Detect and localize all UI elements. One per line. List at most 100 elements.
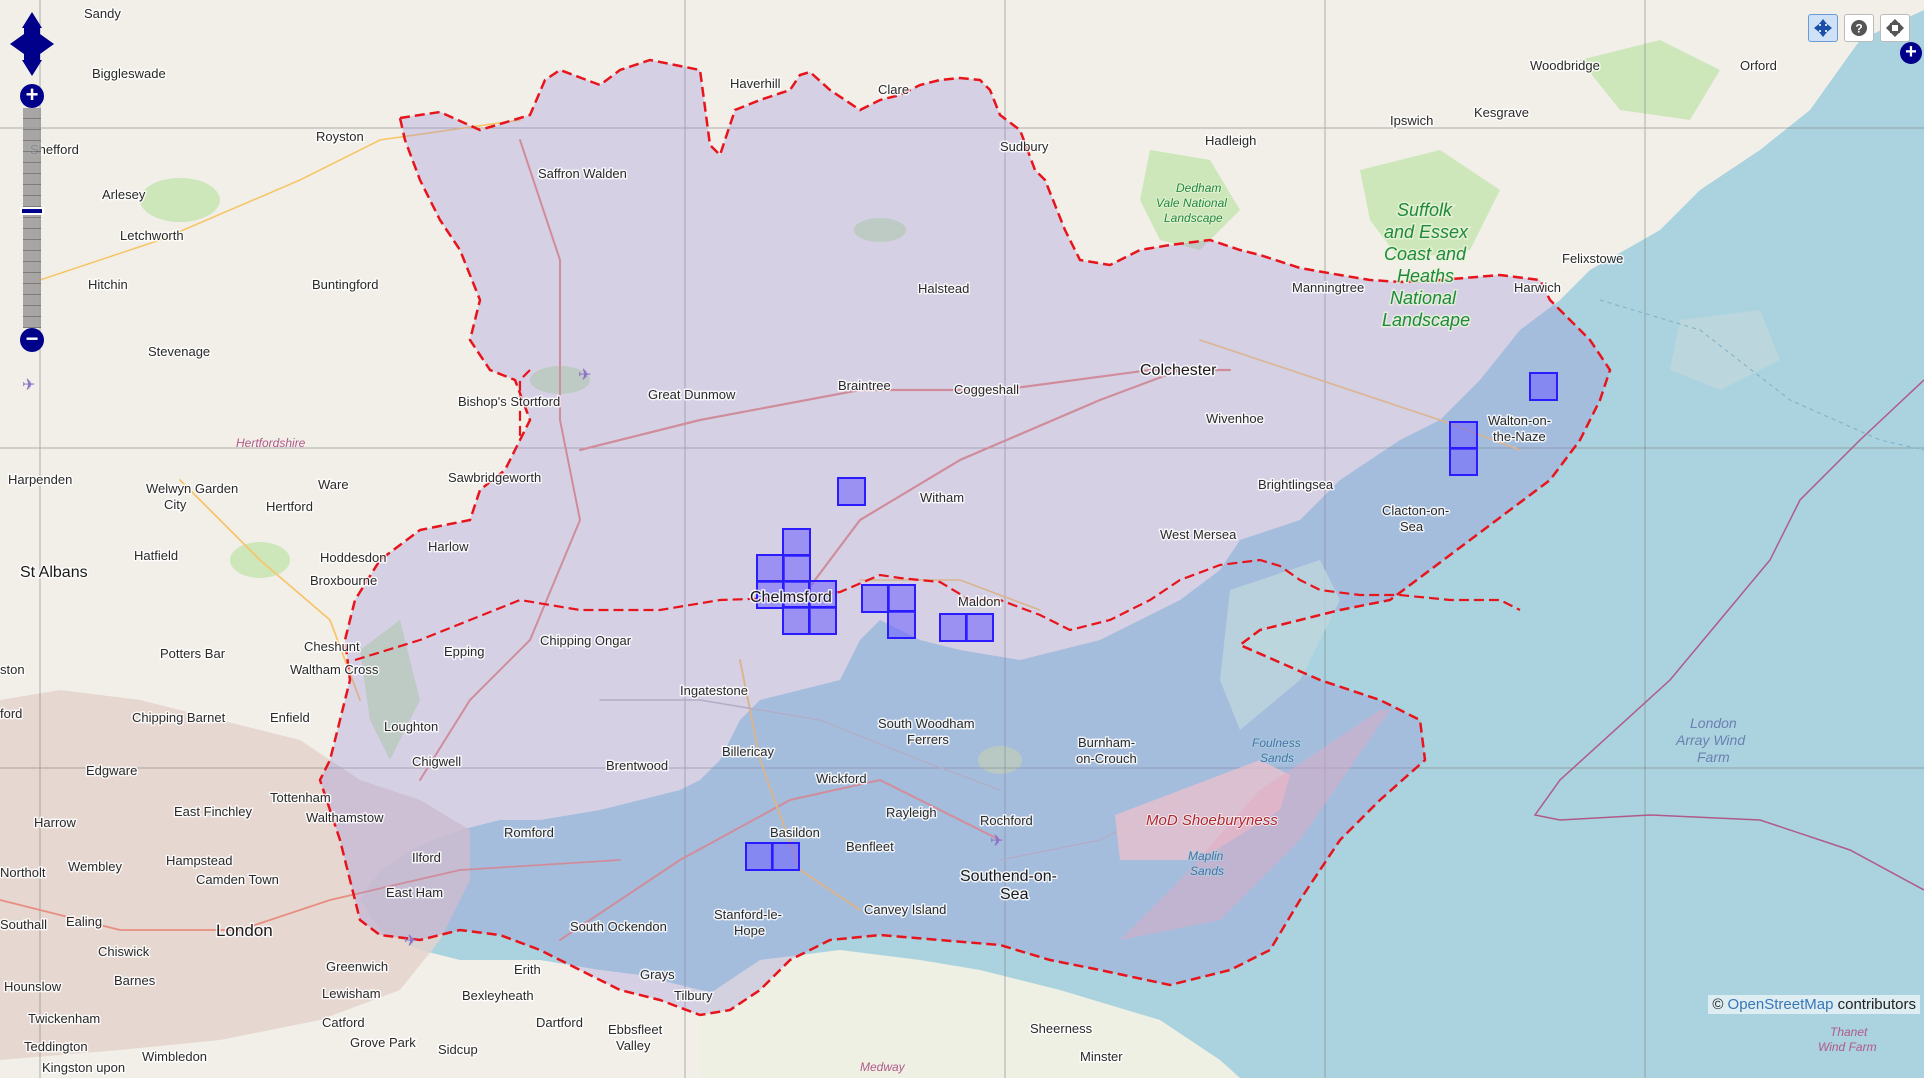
place-label: Ealing — [66, 914, 102, 929]
airport-icon: ✈ — [404, 933, 417, 950]
place-label: Northolt — [0, 865, 46, 880]
place-label: Great Dunmow — [648, 387, 736, 402]
sea-label: Wind Farm — [1818, 1040, 1877, 1054]
grid-square[interactable] — [782, 528, 811, 557]
zoom-slider-handle[interactable] — [20, 207, 44, 216]
place-label: Lewisham — [322, 986, 381, 1001]
place-label: East Finchley — [174, 804, 253, 819]
place-label: Sawbridgeworth — [448, 470, 541, 485]
place-label: Hounslow — [4, 979, 62, 994]
attribution-suffix: contributors — [1833, 996, 1916, 1013]
place-label: Clare — [878, 82, 909, 97]
place-label: Bexleyheath — [462, 988, 534, 1003]
pan-up-icon[interactable] — [22, 12, 42, 28]
place-label: Sudbury — [1000, 139, 1049, 154]
place-label: Greenwich — [326, 959, 388, 974]
place-label: Saffron Walden — [538, 166, 627, 181]
place-label: Coggeshall — [954, 382, 1019, 397]
place-label: Southall — [0, 917, 47, 932]
place-label: Hadleigh — [1205, 133, 1256, 148]
place-label: Basildon — [770, 825, 820, 840]
place-label: Royston — [316, 129, 364, 144]
layer-switcher-button[interactable]: + — [1900, 42, 1922, 64]
pan-tool-icon — [1814, 19, 1832, 37]
pan-down-icon[interactable] — [22, 60, 42, 76]
zoom-slider-track[interactable] — [23, 108, 41, 328]
grid-square[interactable] — [965, 613, 994, 642]
place-label: Ipswich — [1390, 113, 1433, 128]
grid-square[interactable] — [1449, 447, 1478, 476]
zoom-control[interactable]: + − — [20, 84, 44, 352]
place-label: Hoddesdon — [320, 550, 387, 565]
grid-square[interactable] — [782, 606, 811, 635]
place-label: Hertford — [266, 499, 313, 514]
place-label: Southend-on- — [960, 868, 1057, 885]
place-label: South Woodham — [878, 716, 975, 731]
place-label: Loughton — [384, 719, 438, 734]
place-label: Wivenhoe — [1206, 411, 1264, 426]
national-landscape-label: National — [1390, 288, 1457, 308]
airport-icon: ✈ — [578, 367, 591, 384]
place-label: Ebbsfleet — [608, 1022, 663, 1037]
zoom-out-button[interactable]: − — [20, 328, 44, 352]
place-label: Edgware — [86, 763, 137, 778]
place-label: West Mersea — [1160, 527, 1237, 542]
zoom-in-button[interactable]: + — [20, 84, 44, 108]
query-tool-button[interactable]: ? — [1844, 14, 1874, 42]
grid-square[interactable] — [1529, 372, 1558, 401]
place-label: Witham — [920, 490, 964, 505]
grid-square[interactable] — [782, 554, 811, 583]
place-label: Harrow — [34, 815, 77, 830]
place-label: Harpenden — [8, 472, 72, 487]
grid-square[interactable] — [771, 842, 800, 871]
place-label: Twickenham — [28, 1011, 100, 1026]
place-label: Minster — [1080, 1049, 1123, 1064]
pan-control[interactable] — [8, 10, 56, 78]
place-label: Ingatestone — [680, 683, 748, 698]
place-label: Walthamstow — [306, 810, 384, 825]
sea-label: London — [1690, 715, 1737, 731]
national-landscape-label: Suffolk — [1397, 200, 1453, 220]
pan-left-icon[interactable] — [10, 34, 24, 54]
grid-square[interactable] — [808, 606, 837, 635]
grid-square[interactable] — [939, 613, 968, 642]
water-label: Sands — [1190, 864, 1224, 878]
water-label: Medway — [860, 1060, 906, 1074]
pan-arrows-icon[interactable] — [8, 10, 56, 78]
map-canvas[interactable]: ✈ ✈ ✈ ✈ Sandy Biggleswade Haverhill Clar… — [0, 0, 1924, 1078]
grid-square[interactable] — [887, 584, 916, 613]
place-label: Biggleswade — [92, 66, 166, 81]
place-label: Romford — [504, 825, 554, 840]
sea-label: Thanet — [1830, 1025, 1868, 1039]
place-label: Ilford — [412, 850, 441, 865]
place-label: Wimbledon — [142, 1049, 207, 1064]
place-label: Harlow — [428, 539, 469, 554]
grid-square[interactable] — [1449, 421, 1478, 450]
place-label: Arlesey — [102, 187, 146, 202]
sea-label: Array Wind — [1675, 732, 1746, 748]
grid-square[interactable] — [837, 477, 866, 506]
place-label: Walton-on- — [1488, 413, 1551, 428]
place-label: Broxbourne — [310, 573, 377, 588]
grid-square[interactable] — [756, 554, 785, 583]
map-attribution: © OpenStreetMap contributors — [1708, 995, 1920, 1014]
place-label: Canvey Island — [864, 902, 946, 917]
place-label: Grove Park — [350, 1035, 416, 1050]
pan-right-icon[interactable] — [40, 34, 54, 54]
zoom-extent-button[interactable] — [1880, 14, 1910, 42]
pan-tool-button[interactable] — [1808, 14, 1838, 42]
place-label: Colchester — [1140, 362, 1217, 379]
grid-square[interactable] — [887, 610, 916, 639]
place-label: Tottenham — [270, 790, 331, 805]
place-label: Hatfield — [134, 548, 178, 563]
grid-square[interactable] — [745, 842, 774, 871]
zoom-extent-icon — [1886, 19, 1904, 37]
airport-icon: ✈ — [990, 833, 1003, 850]
place-label: Potters Bar — [160, 646, 226, 661]
mod-label: MoD Shoeburyness — [1146, 812, 1278, 829]
place-label: City — [164, 497, 187, 512]
svg-text:?: ? — [1855, 22, 1862, 36]
place-label: Haverhill — [730, 76, 781, 91]
grid-square[interactable] — [861, 584, 890, 613]
osm-link[interactable]: OpenStreetMap — [1728, 996, 1834, 1013]
